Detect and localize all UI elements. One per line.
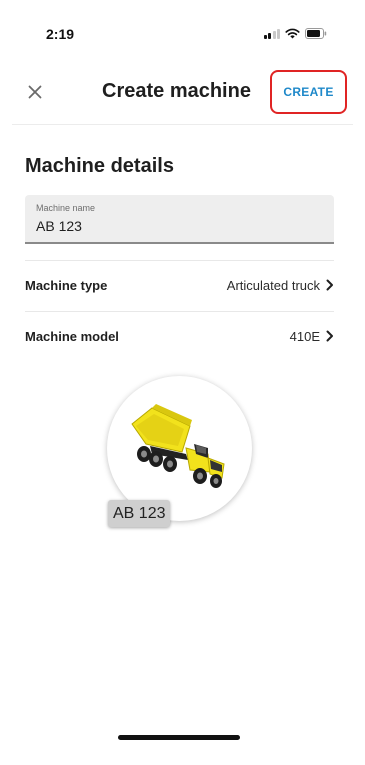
create-button[interactable]: CREATE xyxy=(270,70,347,114)
wifi-icon xyxy=(285,28,300,38)
header-divider xyxy=(12,124,353,125)
machine-type-value: Articulated truck xyxy=(226,277,320,293)
close-icon xyxy=(28,85,42,99)
battery-icon xyxy=(305,27,327,39)
section-title: Machine details xyxy=(25,155,174,177)
machine-model-value: 410E xyxy=(289,328,320,344)
chevron-right-icon xyxy=(326,279,333,291)
page-title: Create machine xyxy=(102,80,251,102)
machine-type-label: Machine type xyxy=(25,277,108,293)
status-icons xyxy=(263,26,328,40)
machine-type-row[interactable]: Machine type Articulated truck xyxy=(25,260,334,310)
machine-name-field[interactable]: Machine name AB 123 xyxy=(25,195,334,244)
nav-bar: Create machine CREATE xyxy=(0,62,365,124)
machine-type-selector[interactable]: Articulated truck xyxy=(227,278,334,293)
signal-icon xyxy=(263,28,280,39)
machine-model-row[interactable]: Machine model 410E xyxy=(25,311,334,361)
machine-model-selector[interactable]: 410E xyxy=(290,329,334,344)
articulated-truck-icon xyxy=(131,404,225,488)
status-bar: 2:19 xyxy=(0,0,365,60)
chevron-right-icon xyxy=(326,330,333,342)
machine-name-label: Machine name xyxy=(36,203,96,213)
create-button-label: CREATE xyxy=(283,85,334,99)
home-indicator xyxy=(118,735,240,740)
machine-name-tag: AB 123 xyxy=(108,500,171,527)
status-time: 2:19 xyxy=(46,26,75,42)
machine-name-value[interactable]: AB 123 xyxy=(36,218,82,234)
close-button[interactable] xyxy=(22,79,48,105)
machine-model-label: Machine model xyxy=(25,328,119,344)
